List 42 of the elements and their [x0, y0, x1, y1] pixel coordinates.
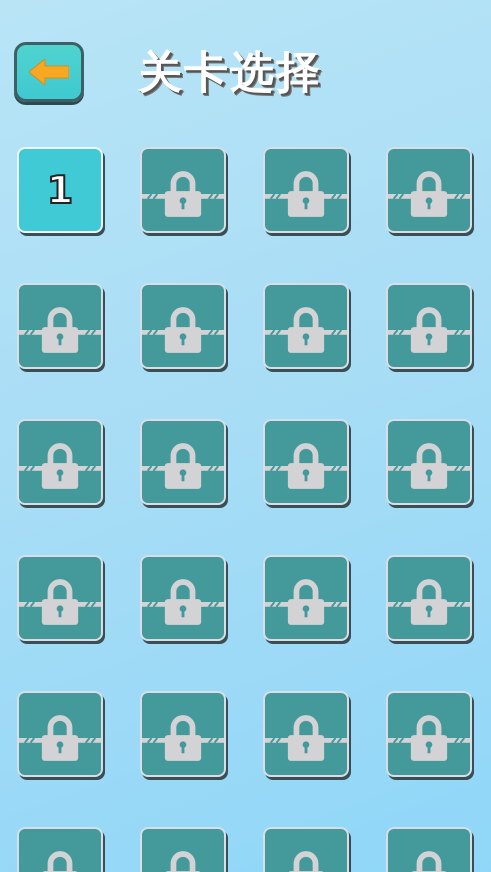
- locked-level-button[interactable]: [17, 419, 103, 505]
- padlock-icon: [19, 713, 101, 763]
- locked-level-button[interactable]: [140, 419, 226, 505]
- padlock-icon: [142, 577, 224, 627]
- padlock-icon: [19, 305, 101, 355]
- padlock-icon: [19, 441, 101, 491]
- padlock-icon: [265, 577, 347, 627]
- padlock-icon: [142, 441, 224, 491]
- padlock-icon: [388, 441, 470, 491]
- locked-level-button[interactable]: [140, 555, 226, 641]
- locked-level-button[interactable]: [263, 555, 349, 641]
- padlock-icon: [265, 169, 347, 219]
- locked-level-button[interactable]: [386, 555, 472, 641]
- back-button[interactable]: [14, 42, 84, 102]
- locked-level-button[interactable]: [17, 691, 103, 777]
- locked-level-button[interactable]: [263, 147, 349, 233]
- padlock-icon: [142, 169, 224, 219]
- padlock-icon: [265, 441, 347, 491]
- padlock-icon: [388, 169, 470, 219]
- locked-level-button[interactable]: [263, 691, 349, 777]
- padlock-icon: [388, 305, 470, 355]
- padlock-icon: [142, 305, 224, 355]
- padlock-icon: [142, 713, 224, 763]
- locked-level-button[interactable]: [17, 555, 103, 641]
- padlock-icon: [388, 577, 470, 627]
- locked-level-button[interactable]: [140, 283, 226, 369]
- padlock-icon: [265, 305, 347, 355]
- page-title: 关卡选择: [138, 46, 322, 100]
- locked-level-button[interactable]: [386, 691, 472, 777]
- padlock-icon: [388, 713, 470, 763]
- arrow-icon: [29, 59, 69, 85]
- locked-level-button[interactable]: [140, 691, 226, 777]
- locked-level-button[interactable]: [386, 283, 472, 369]
- padlock-icon: [265, 713, 347, 763]
- padlock-icon: [19, 577, 101, 627]
- locked-level-button[interactable]: [263, 283, 349, 369]
- locked-level-button[interactable]: [263, 419, 349, 505]
- locked-level-button[interactable]: [140, 147, 226, 233]
- locked-level-button[interactable]: [17, 283, 103, 369]
- level-button[interactable]: 1: [17, 147, 103, 233]
- locked-level-button[interactable]: [386, 419, 472, 505]
- locked-level-button[interactable]: [386, 147, 472, 233]
